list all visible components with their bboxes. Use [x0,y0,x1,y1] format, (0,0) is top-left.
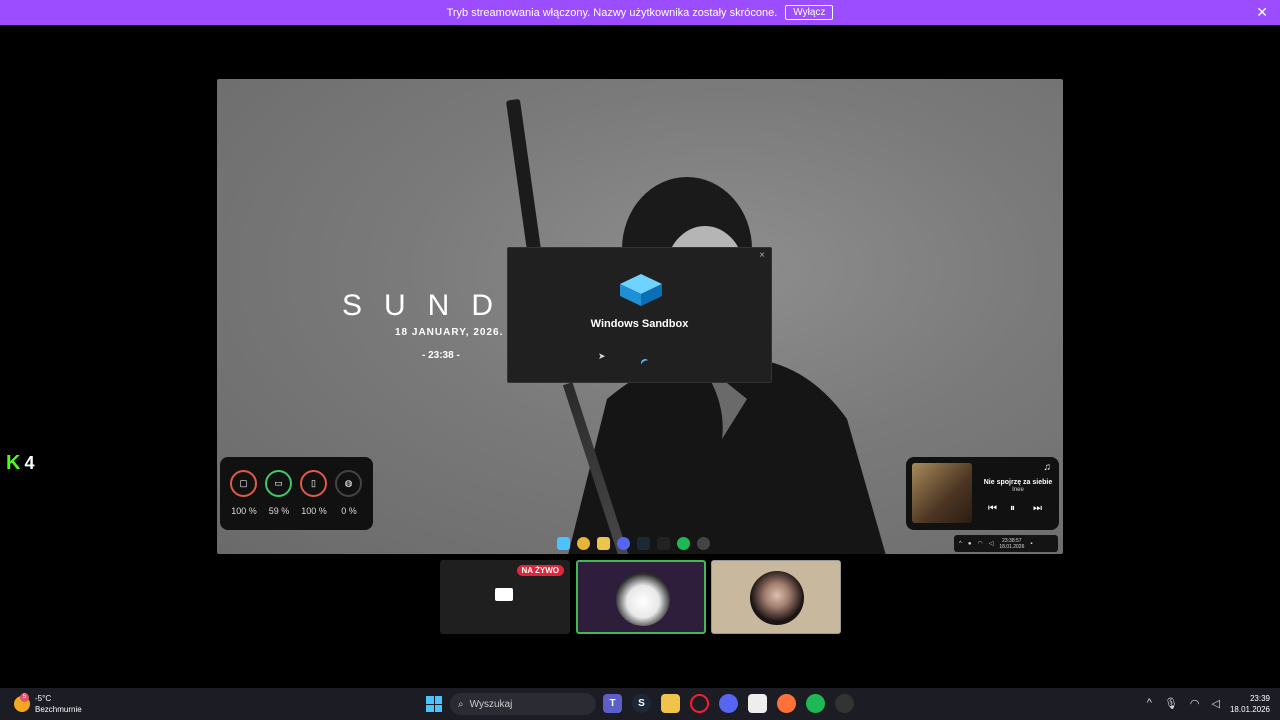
clock-date: 18.01.2026 [1229,705,1270,714]
stream-taskbar [557,537,710,550]
monitor-icon [495,588,513,601]
memory-icon: ▭ [265,470,292,497]
clock-time: 23:39 [1249,694,1270,703]
mic-icon[interactable]: 🎙 [1164,697,1178,710]
document-icon[interactable] [748,694,767,713]
search-icon: ⌕ [458,698,464,710]
sword-image [505,98,543,260]
disk-icon: ▯ [300,470,327,497]
stream-view[interactable]: SUNDA 18 JANUARY, 2026. - 23:38 - × Wind… [217,79,1063,554]
system-stats-widget: ▢ 100 % ▭ 59 % ▯ 100 % ◍ 0 % [220,457,373,530]
steam-icon[interactable] [637,537,650,550]
taskbar-clock[interactable]: 23:39 18.01.2026 [1230,693,1270,715]
sun-icon: 5 [14,693,30,712]
volume-icon[interactable]: ◁ [989,540,994,547]
avatar [750,571,804,625]
firefox-icon[interactable] [777,694,796,713]
sandbox-dialog: × Windows Sandbox ➤ [507,247,772,383]
chevron-up-icon[interactable]: ^ [959,541,962,547]
start-button[interactable] [426,696,442,712]
previous-icon[interactable]: ⏮ [988,503,997,514]
stat-network: ◍ 0 % [335,470,363,516]
sandbox-logo-icon [620,274,662,306]
system-tray: ^ 🎙 ◠ ◁ [1147,697,1220,710]
stream-clock: 23:38:57 18.01.2026 [999,538,1024,550]
network-icon: ◍ [335,470,362,497]
volume-icon[interactable]: ◁ [1212,697,1220,710]
avatar [616,572,670,626]
notification-icon[interactable]: ▪ [1030,541,1032,547]
spotify-icon[interactable] [806,694,825,713]
windows-taskbar: 5 -5°C Bezchmurnie ⌕ Wyszukaj T S ^ 🎙 ◠ … [0,688,1280,720]
close-icon[interactable]: ✕ [1256,4,1268,21]
teams-icon[interactable]: T [603,694,622,713]
wifi-icon[interactable]: ◠ [977,540,982,547]
stat-memory: ▭ 59 % [265,470,293,516]
live-badge: NA ŻYWO [516,565,564,576]
weather-text: -5°C Bezchmurnie [35,693,82,715]
search-input[interactable]: ⌕ Wyszukaj [450,693,596,715]
windows-icon[interactable] [557,537,570,550]
banner-message: Tryb streamowania włączony. Nazwy użytko… [446,6,778,19]
participant-tile[interactable] [711,560,841,634]
chrome-icon[interactable] [577,537,590,550]
dialog-title: Windows Sandbox [590,318,689,330]
discord-icon[interactable] [719,694,738,713]
dialog-close-icon[interactable]: × [759,250,765,261]
app-icon[interactable] [835,694,854,713]
stat-cpu: ▢ 100 % [230,470,258,516]
folder-icon[interactable] [597,537,610,550]
kick-indicator: K 4 [6,452,34,475]
discord-icon[interactable] [617,537,630,550]
mouse-cursor-icon: ➤ [598,351,606,361]
song-artist: Inee [1012,487,1024,493]
weather-badge: 5 [20,693,29,702]
spotify-icon[interactable] [677,537,690,550]
opera-icon[interactable] [690,694,709,713]
stream-date: 18.01.2026 [999,543,1025,550]
settings-icon[interactable] [697,537,710,550]
next-icon[interactable]: ⏭ [1033,503,1042,514]
disable-streaming-button[interactable]: Wyłącz [785,5,834,20]
wallpaper-clock: - 23:38 - [422,350,460,361]
pause-icon[interactable]: ⏸ [1010,503,1015,514]
wallpaper-date: 18 JANUARY, 2026. [395,327,504,338]
weather-widget[interactable]: 5 -5°C Bezchmurnie [14,693,82,715]
kick-count: 4 [24,453,35,473]
search-placeholder: Wyszukaj [469,698,513,710]
stream-system-tray: ^ ● ◠ ◁ 23:38:57 18.01.2026 ▪ [954,535,1058,552]
mic-icon[interactable]: ● [968,541,972,547]
wifi-icon[interactable]: ◠ [1190,697,1200,710]
media-player-widget: ♫ Nie spojrzę za siebie Inee ⏮ ⏸ ⏭ [906,457,1059,530]
app-icon[interactable] [657,537,670,550]
song-title: Nie spojrzę za siebie [983,479,1053,486]
screen-share-tile[interactable]: NA ŻYWO [440,560,570,634]
file-explorer-icon[interactable] [661,694,680,713]
loading-spinner [639,357,651,369]
kick-logo-icon: K [6,452,21,474]
participant-tile[interactable] [576,560,706,634]
stat-disk: ▯ 100 % [300,470,328,516]
weather-condition: Bezchmurnie [35,705,82,714]
steam-icon[interactable]: S [632,694,651,713]
stream-time: 23:38:57 [1002,537,1022,544]
cpu-icon: ▢ [230,470,257,497]
streaming-banner: Tryb streamowania włączony. Nazwy użytko… [0,0,1280,25]
temperature: -5°C [35,694,52,703]
stat-value: 0 % [341,506,357,516]
music-note-icon: ♫ [1043,462,1052,473]
taskbar-apps: T S [603,694,854,713]
album-art [912,463,972,523]
chevron-up-icon[interactable]: ^ [1147,697,1152,710]
